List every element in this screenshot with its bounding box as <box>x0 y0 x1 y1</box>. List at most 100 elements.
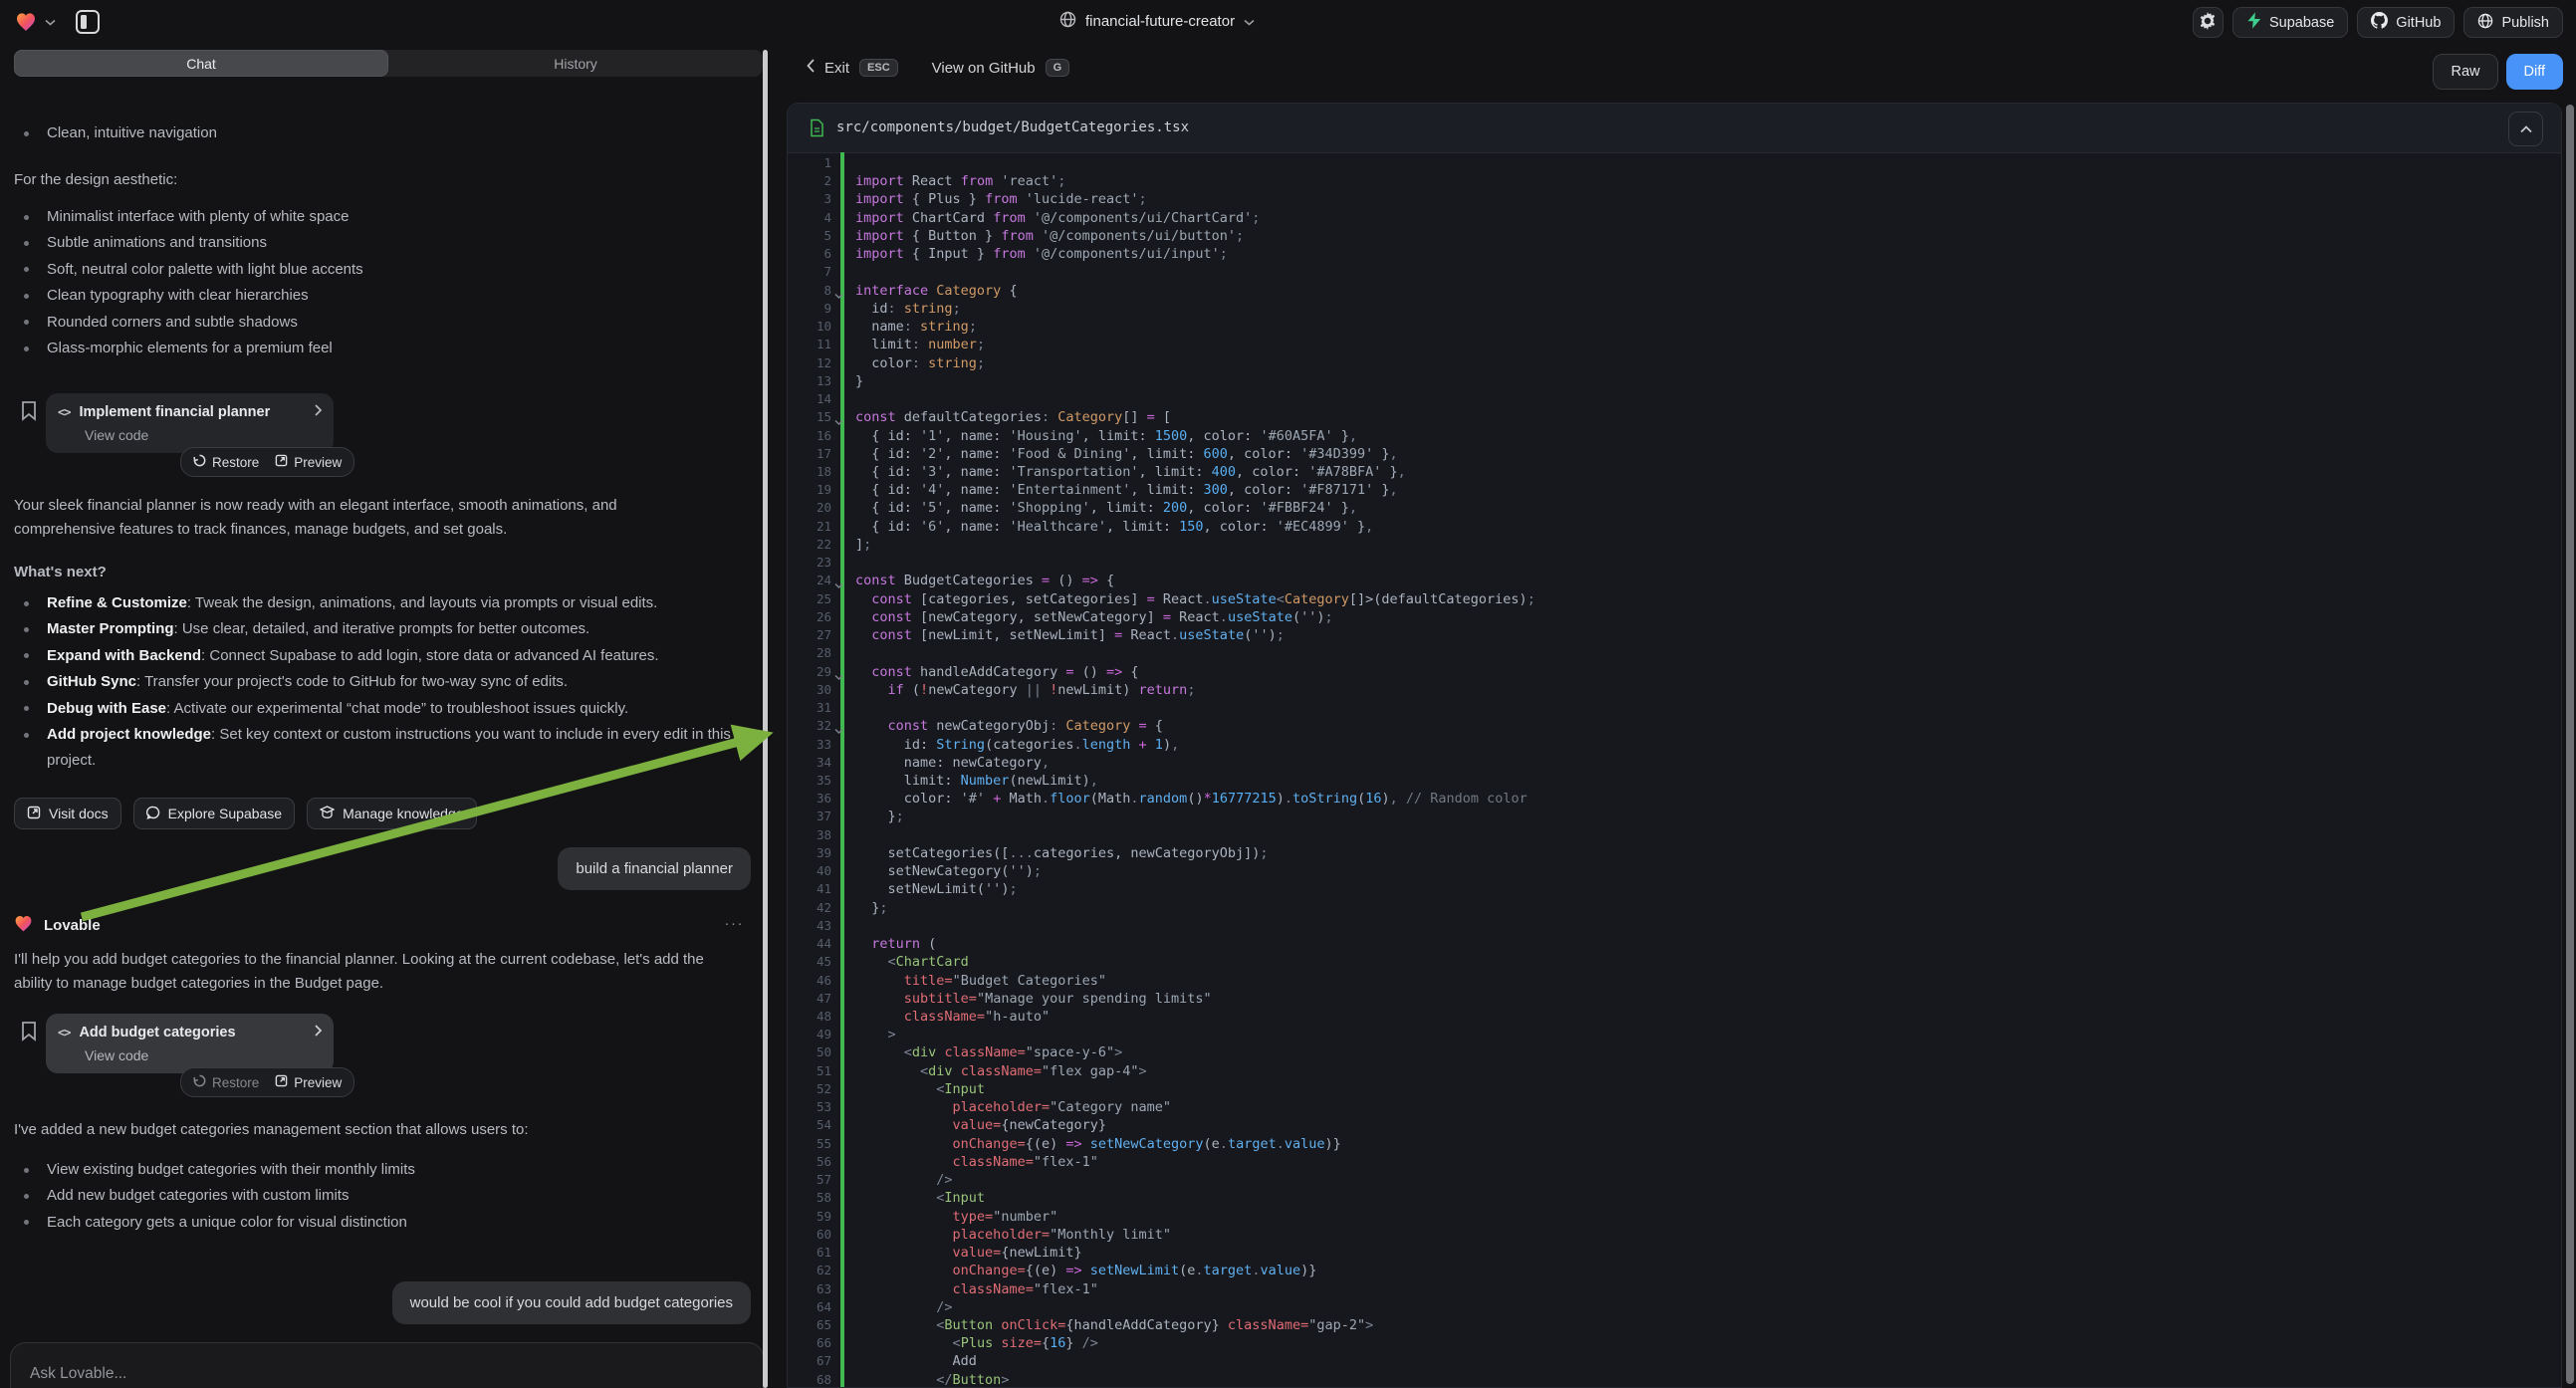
ready-paragraph: Your sleek financial planner is now read… <box>14 494 717 541</box>
code-scrollbar[interactable] <box>2566 105 2574 1384</box>
list-item: Each category gets a unique color for vi… <box>14 1210 415 1236</box>
list-item: Clean, intuitive navigation <box>14 120 217 146</box>
line-number: 13 <box>788 372 831 390</box>
list-item: GitHub Sync: Transfer your project's cod… <box>14 669 741 695</box>
code-lines: 12import React from 'react';3import { Pl… <box>788 154 2561 1387</box>
ellipsis-icon[interactable]: ··· <box>725 915 745 932</box>
line-number: 29 <box>788 663 831 681</box>
github-button[interactable]: GitHub <box>2357 7 2455 38</box>
preview-button[interactable]: Preview <box>275 1074 342 1090</box>
composer-input[interactable]: Ask Lovable... <box>30 1365 126 1383</box>
panel-divider[interactable] <box>763 50 768 1388</box>
manage-knowledge-button[interactable]: Manage knowledge <box>307 798 476 829</box>
collapse-file-button[interactable] <box>2508 112 2543 146</box>
fold-chevron-icon[interactable] <box>834 577 843 594</box>
line-number: 22 <box>788 536 831 554</box>
panel-toggle-icon[interactable] <box>75 9 101 35</box>
diff-toggle-button[interactable]: Diff <box>2506 54 2564 90</box>
visit-docs-button[interactable]: Visit docs <box>14 798 121 829</box>
code-line: 46 title="Budget Categories" <box>788 972 2561 990</box>
line-number: 18 <box>788 463 831 481</box>
code-line: 16 { id: '1', name: 'Housing', limit: 15… <box>788 427 2561 445</box>
code-line: 32 const newCategoryObj: Category = { <box>788 717 2561 735</box>
code-line: 42 }; <box>788 899 2561 917</box>
external-link-icon <box>275 454 288 470</box>
settings-button[interactable] <box>2193 7 2224 38</box>
line-number: 37 <box>788 808 831 825</box>
code-line: 38 <box>788 826 2561 844</box>
code-line: 54 value={newCategory} <box>788 1116 2561 1134</box>
supabase-button[interactable]: Supabase <box>2232 7 2348 38</box>
line-number: 24 <box>788 572 831 589</box>
composer[interactable]: Ask Lovable... Attach Edit <box>10 1342 764 1388</box>
line-number: 58 <box>788 1189 831 1207</box>
line-number: 5 <box>788 227 831 245</box>
view-on-github-button[interactable]: View on GitHub <box>932 60 1036 77</box>
restore-button[interactable]: Restore <box>193 454 259 470</box>
chevron-down-icon <box>1244 13 1255 30</box>
line-number: 68 <box>788 1371 831 1387</box>
fold-chevron-icon[interactable] <box>834 413 843 431</box>
line-number: 9 <box>788 300 831 318</box>
chevron-down-icon[interactable] <box>45 19 56 26</box>
line-number: 26 <box>788 608 831 626</box>
code-line: 6import { Input } from '@/components/ui/… <box>788 245 2561 263</box>
view-code-link[interactable]: View code <box>85 1047 322 1063</box>
chevron-right-icon <box>315 1025 322 1041</box>
tab-chat[interactable]: Chat <box>14 50 388 77</box>
external-link-icon <box>275 1074 288 1090</box>
publish-button[interactable]: Publish <box>2463 7 2563 38</box>
line-number: 32 <box>788 717 831 735</box>
list-item: Glass-morphic elements for a premium fee… <box>14 336 363 361</box>
fold-chevron-icon[interactable] <box>834 668 843 686</box>
explore-supabase-button[interactable]: Explore Supabase <box>133 798 295 829</box>
code-editor[interactable]: 12import React from 'react';3import { Pl… <box>788 152 2561 1387</box>
restore-preview-pill: Restore Preview <box>180 447 354 477</box>
view-code-link[interactable]: View code <box>85 427 322 443</box>
lovable-heart-icon[interactable] <box>14 10 38 34</box>
line-number: 20 <box>788 499 831 517</box>
list-item: Add new budget categories with custom li… <box>14 1183 415 1209</box>
code-line: 45 <ChartCard <box>788 953 2561 971</box>
code-line: 41 setNewLimit(''); <box>788 880 2561 898</box>
raw-toggle-button[interactable]: Raw <box>2433 54 2497 90</box>
line-number: 30 <box>788 681 831 699</box>
bookmark-icon[interactable] <box>21 400 37 426</box>
code-line: 22]; <box>788 536 2561 554</box>
line-number: 67 <box>788 1352 831 1370</box>
line-number: 38 <box>788 826 831 844</box>
fold-chevron-icon[interactable] <box>834 722 843 740</box>
code-line: 30 if (!newCategory || !newLimit) return… <box>788 681 2561 699</box>
line-number: 23 <box>788 554 831 572</box>
list-item: Rounded corners and subtle shadows <box>14 310 363 336</box>
code-line: 68 </Button> <box>788 1371 2561 1387</box>
fold-chevron-icon[interactable] <box>834 287 843 305</box>
tool-card-title: Implement financial planner <box>79 404 270 420</box>
bookmark-icon[interactable] <box>21 1021 37 1046</box>
code-line: 44 return ( <box>788 935 2561 953</box>
project-switcher[interactable]: financial-future-creator <box>1059 11 1255 32</box>
exit-button[interactable]: Exit <box>824 60 849 77</box>
tool-card-add-budget-categories[interactable]: <> Add budget categories View code <box>46 1014 334 1073</box>
list-item: Expand with Backend: Connect Supabase to… <box>14 643 741 669</box>
list-item: Add project knowledge: Set key context o… <box>14 722 741 775</box>
line-number: 3 <box>788 190 831 208</box>
g-keycap: G <box>1046 59 1070 77</box>
restore-button[interactable]: Restore <box>193 1074 259 1090</box>
preview-button[interactable]: Preview <box>275 454 342 470</box>
tab-history[interactable]: History <box>388 50 763 77</box>
code-line: 64 /> <box>788 1298 2561 1316</box>
line-number: 44 <box>788 935 831 953</box>
code-line: 63 className="flex-1" <box>788 1280 2561 1298</box>
line-number: 12 <box>788 354 831 372</box>
code-line: 10 name: string; <box>788 318 2561 336</box>
file-path-bar[interactable]: src/components/budget/BudgetCategories.t… <box>788 104 2561 153</box>
code-tag-icon: <> <box>58 405 70 419</box>
list-item: Clean typography with clear hierarchies <box>14 283 363 309</box>
tool-card-implement-financial-planner[interactable]: <> Implement financial planner View code <box>46 393 334 453</box>
chevron-left-icon <box>807 59 815 77</box>
line-number: 47 <box>788 990 831 1008</box>
added-bullet-list: View existing budget categories with the… <box>14 1157 415 1236</box>
code-line: 11 limit: number; <box>788 336 2561 353</box>
code-line: 15const defaultCategories: Category[] = … <box>788 408 2561 426</box>
